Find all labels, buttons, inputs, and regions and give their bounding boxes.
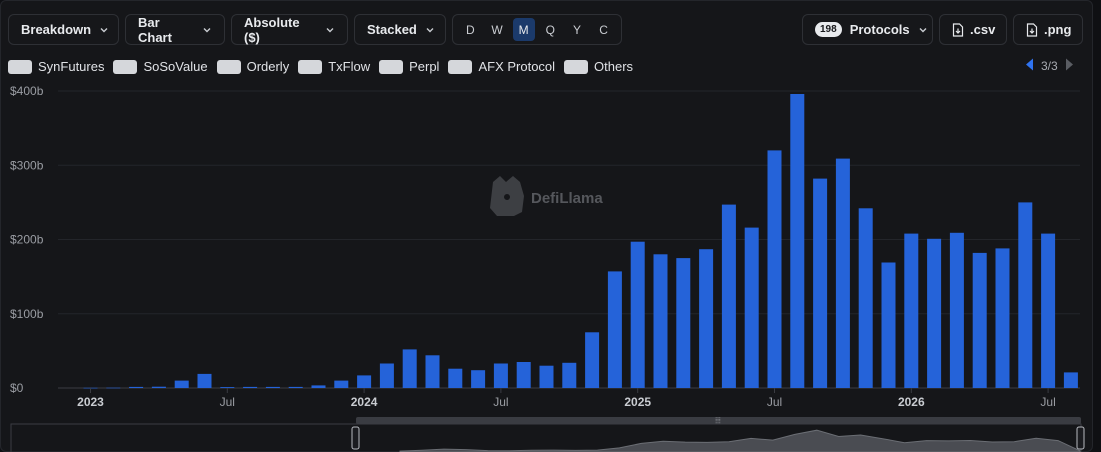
navigator-left-handle[interactable] [351, 426, 360, 450]
bar-2023-11[interactable] [311, 385, 326, 388]
bar-2025-07[interactable] [767, 150, 782, 388]
bar-2025-08[interactable] [790, 94, 805, 388]
bar-2026-07[interactable] [1041, 233, 1056, 388]
bar-2024-07[interactable] [493, 363, 508, 389]
x-tick-label: 2023 [77, 395, 104, 409]
bar-2026-05[interactable] [995, 248, 1010, 388]
bar-2026-03[interactable] [949, 232, 964, 388]
range-navigator[interactable]: ⦙⦙⦙ [10, 416, 1085, 452]
x-tick-label: 2026 [898, 395, 925, 409]
bar-2024-11[interactable] [585, 332, 600, 388]
bar-2023-07[interactable] [220, 387, 235, 388]
bar-2025-09[interactable] [813, 178, 828, 388]
bar-2025-01[interactable] [630, 241, 645, 388]
watermark-text: DefiLlama [531, 190, 603, 207]
bar-2025-12[interactable] [881, 262, 896, 389]
bar-2023-03[interactable] [129, 386, 144, 388]
bar-2026-04[interactable] [972, 252, 987, 388]
bar-2025-05[interactable] [721, 204, 736, 388]
bar-2023-05[interactable] [174, 380, 189, 388]
bar-2023-10[interactable] [288, 386, 303, 388]
bar-2024-12[interactable] [607, 271, 622, 388]
bar-2024-06[interactable] [471, 370, 486, 388]
bar-2023-08[interactable] [243, 386, 258, 388]
bar-2023-06[interactable] [197, 373, 212, 388]
bar-2025-11[interactable] [858, 208, 873, 388]
x-tick-label: Jul [493, 395, 508, 409]
y-tick-label: $0 [10, 381, 24, 395]
bar-2023-04[interactable] [151, 386, 166, 388]
bar-2024-09[interactable] [539, 365, 554, 388]
bar-2024-05[interactable] [448, 368, 463, 388]
bar-2025-04[interactable] [699, 249, 714, 388]
bar-2026-06[interactable] [1018, 202, 1033, 388]
bar-2025-02[interactable] [653, 254, 668, 388]
bar-2026-01[interactable] [904, 233, 919, 388]
bar-2025-03[interactable] [676, 258, 691, 388]
bar-2023-02[interactable] [106, 387, 121, 389]
x-tick-label: 2025 [624, 395, 651, 409]
y-tick-label: $400b [10, 84, 44, 98]
defillama-watermark: DefiLlama [490, 176, 603, 216]
bar-2023-09[interactable] [265, 386, 280, 388]
bar-2024-10[interactable] [562, 362, 577, 388]
bar-2024-04[interactable] [425, 355, 440, 388]
bar-2026-08[interactable] [1063, 372, 1078, 388]
x-tick-label: Jul [1040, 395, 1055, 409]
bar-2025-06[interactable] [744, 227, 759, 388]
bar-2023-12[interactable] [334, 380, 349, 388]
bar-2024-01[interactable] [357, 375, 372, 388]
x-tick-label: Jul [220, 395, 235, 409]
y-tick-label: $300b [10, 158, 44, 172]
bar-2024-02[interactable] [379, 363, 394, 389]
bar-2025-10[interactable] [835, 158, 850, 388]
navigator-preview-area [399, 429, 1081, 452]
navigator-right-handle[interactable] [1076, 426, 1085, 450]
y-tick-label: $100b [10, 307, 44, 321]
bar-2026-02[interactable] [927, 238, 942, 388]
bar-2024-08[interactable] [516, 362, 531, 388]
bar-chart: DefiLlama $0 $100b $200b $300b $400b 2023 Jul… [10, 84, 1085, 452]
x-tick-label: Jul [767, 395, 782, 409]
y-tick-label: $200b [10, 233, 44, 247]
x-tick-label: 2024 [351, 395, 378, 409]
bar-2024-03[interactable] [402, 349, 417, 388]
